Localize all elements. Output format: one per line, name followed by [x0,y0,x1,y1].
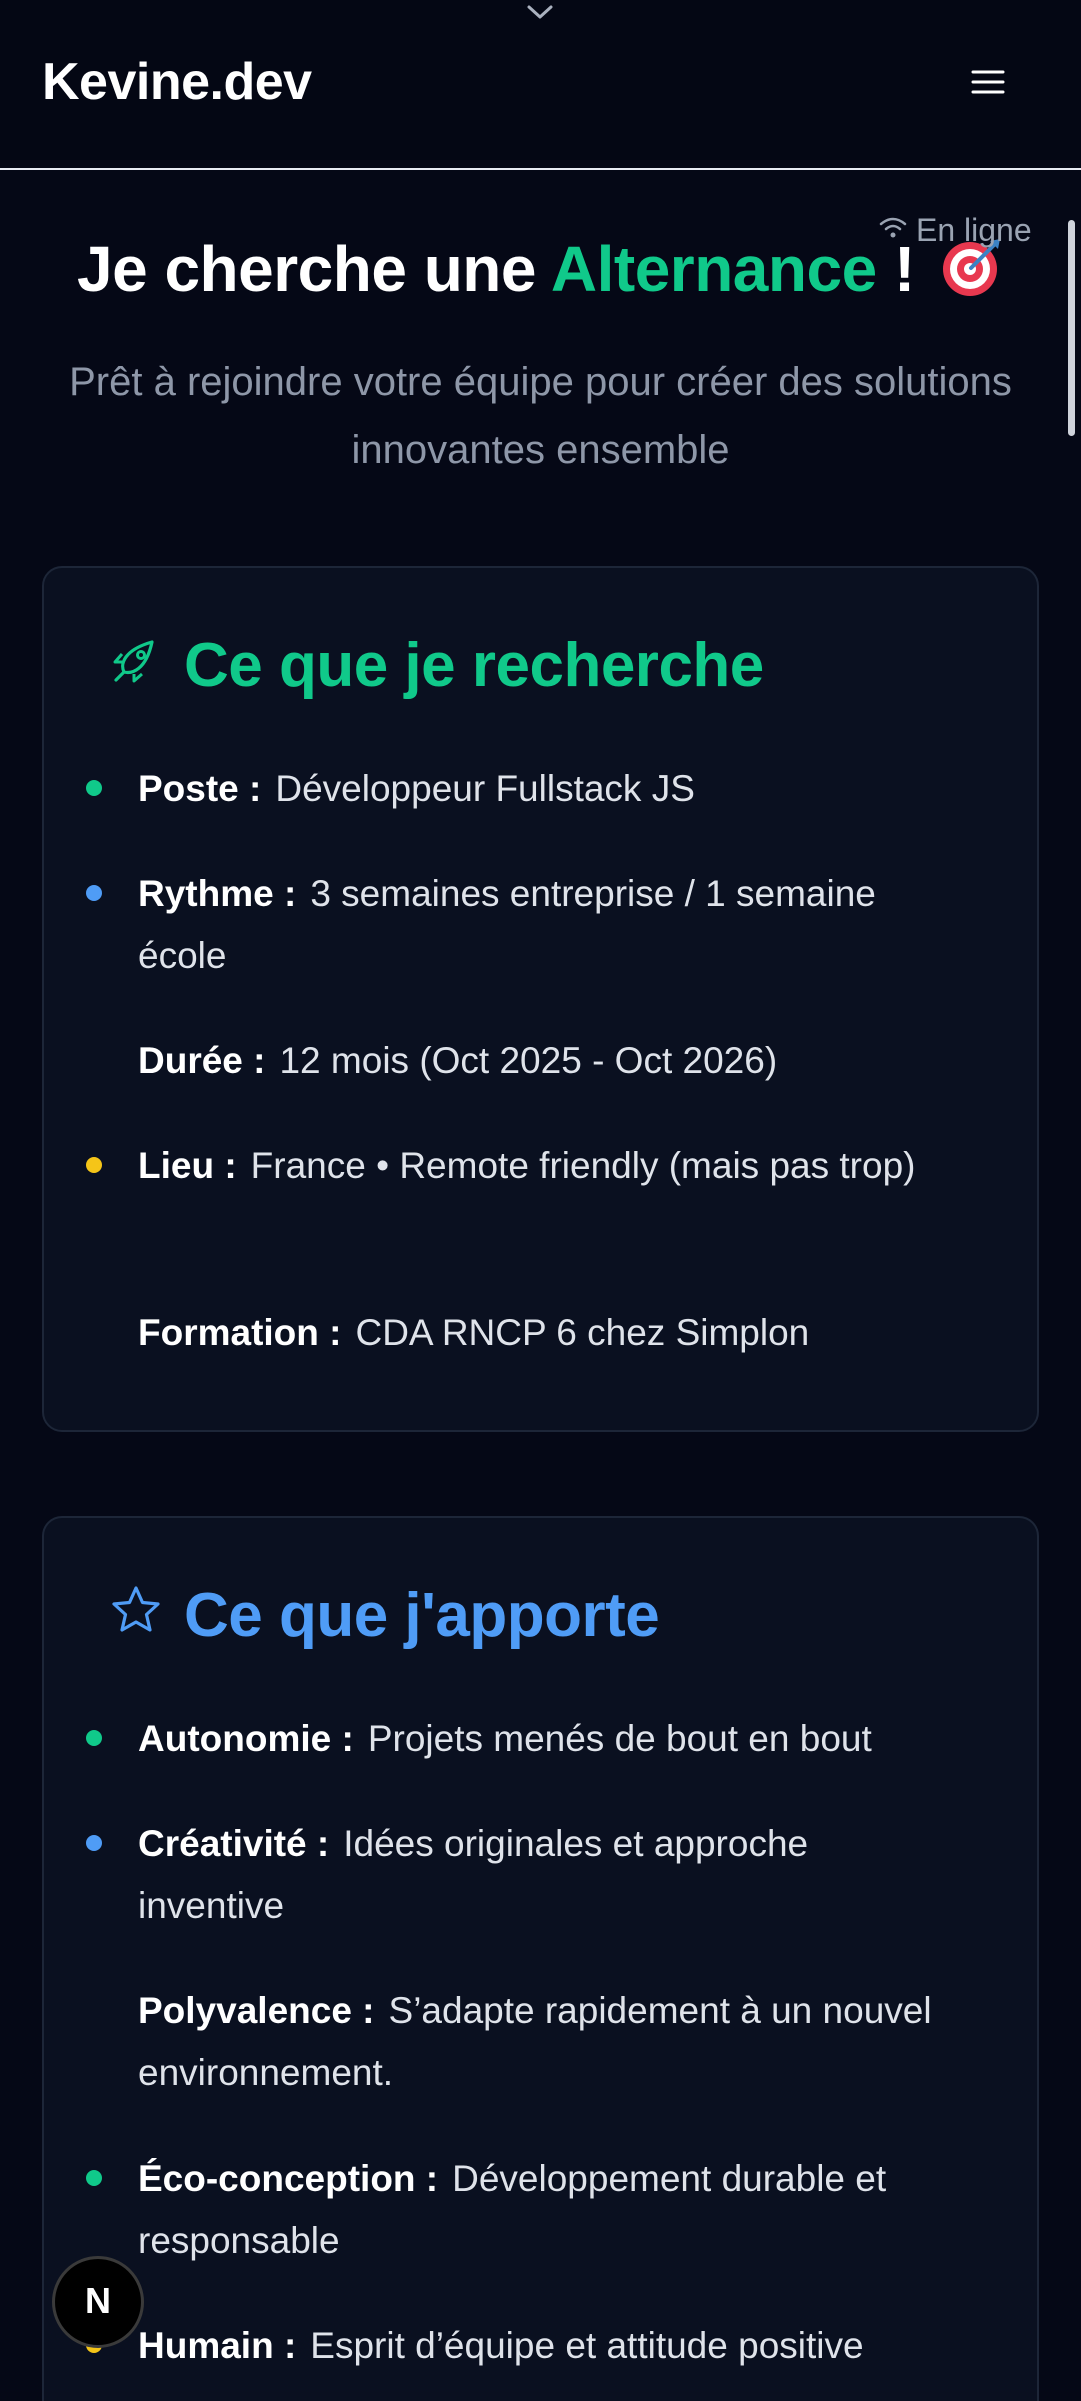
hero-title-accent: Alternance [550,233,877,305]
item-value: Projets menés de bout en bout [367,1718,872,1759]
item-label: Durée : [138,1040,266,1081]
item-label: Autonomie : [138,1718,354,1759]
n-letter-icon: N [85,2280,111,2321]
blue-bullet-icon [86,1835,102,1851]
badge-letter: N [85,2280,111,2321]
item-label: Lieu : [138,1145,237,1186]
item-value: Développeur Fullstack JS [275,768,695,809]
hero-title-prefix: Je cherche une [76,233,551,305]
hamburger-icon [971,68,1005,101]
hero-subtitle: Prêt à rejoindre votre équipe pour créer… [69,360,1012,472]
item-label: Formation : [138,1312,342,1353]
blue-bullet-icon [86,885,102,901]
research-card-title-text: Ce que je recherche [184,631,764,700]
wifi-icon [878,212,908,249]
n-badge-button[interactable]: N [52,2256,144,2348]
item-value: France • Remote friendly (mais pas trop) [250,1145,916,1186]
item-label: Poste : [138,768,262,809]
item-label: Humain : [138,2325,297,2366]
online-status: En ligne [878,212,1032,249]
research-card: Ce que je recherche Poste : Développeur F… [42,566,1039,1432]
item-value: CDA RNCP 6 chez Simplon [355,1312,810,1353]
menu-button[interactable] [960,56,1016,112]
star-icon [110,1580,162,1651]
offer-card: Ce que j'apporte Autonomie : Projets mené… [42,1516,1039,2401]
rocket-icon [110,630,162,701]
item-label: Polyvalence : [138,1990,375,2031]
item-value: Esprit d’équipe et attitude positive [310,2325,864,2366]
item-value: 12 mois (Oct 2025 - Oct 2026) [279,1040,778,1081]
chevron-down-icon[interactable] [522,0,558,24]
item-label: Créativité : [138,1823,330,1864]
research-card-title: Ce que je recherche [110,630,764,701]
brand-logo[interactable]: Kevine.dev [42,52,312,112]
site-header: Kevine.dev [0,0,1081,170]
green-bullet-icon [86,2170,102,2186]
green-bullet-icon [86,1730,102,1746]
yellow-bullet-icon [86,1157,102,1173]
online-label: En ligne [916,212,1032,248]
offer-card-title-text: Ce que j'apporte [184,1581,660,1650]
offer-card-title: Ce que j'apporte [110,1580,660,1651]
item-label: Rythme : [138,873,297,914]
item-label: Éco-conception : [138,2158,439,2199]
green-bullet-icon [86,780,102,796]
